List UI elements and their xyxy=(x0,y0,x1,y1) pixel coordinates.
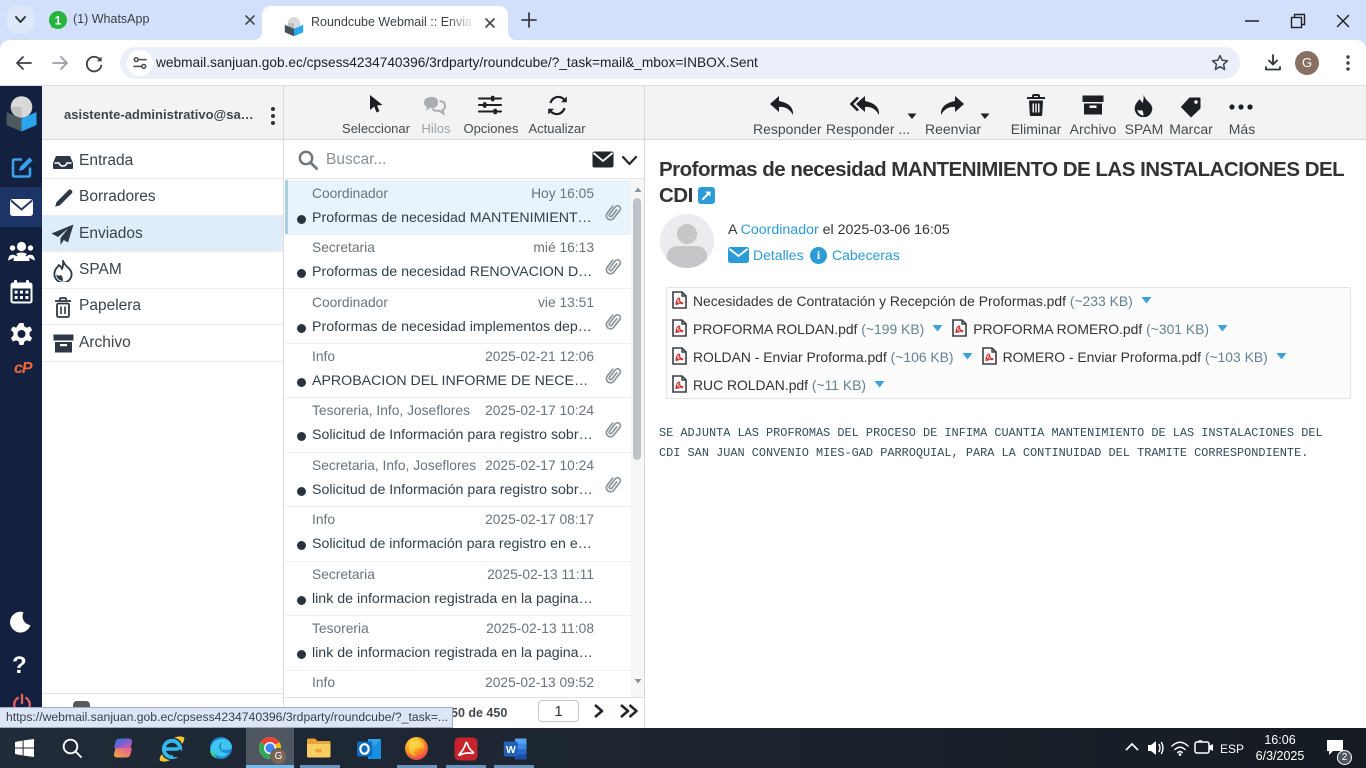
svg-text:1: 1 xyxy=(55,14,62,28)
svg-text:W: W xyxy=(506,744,516,756)
